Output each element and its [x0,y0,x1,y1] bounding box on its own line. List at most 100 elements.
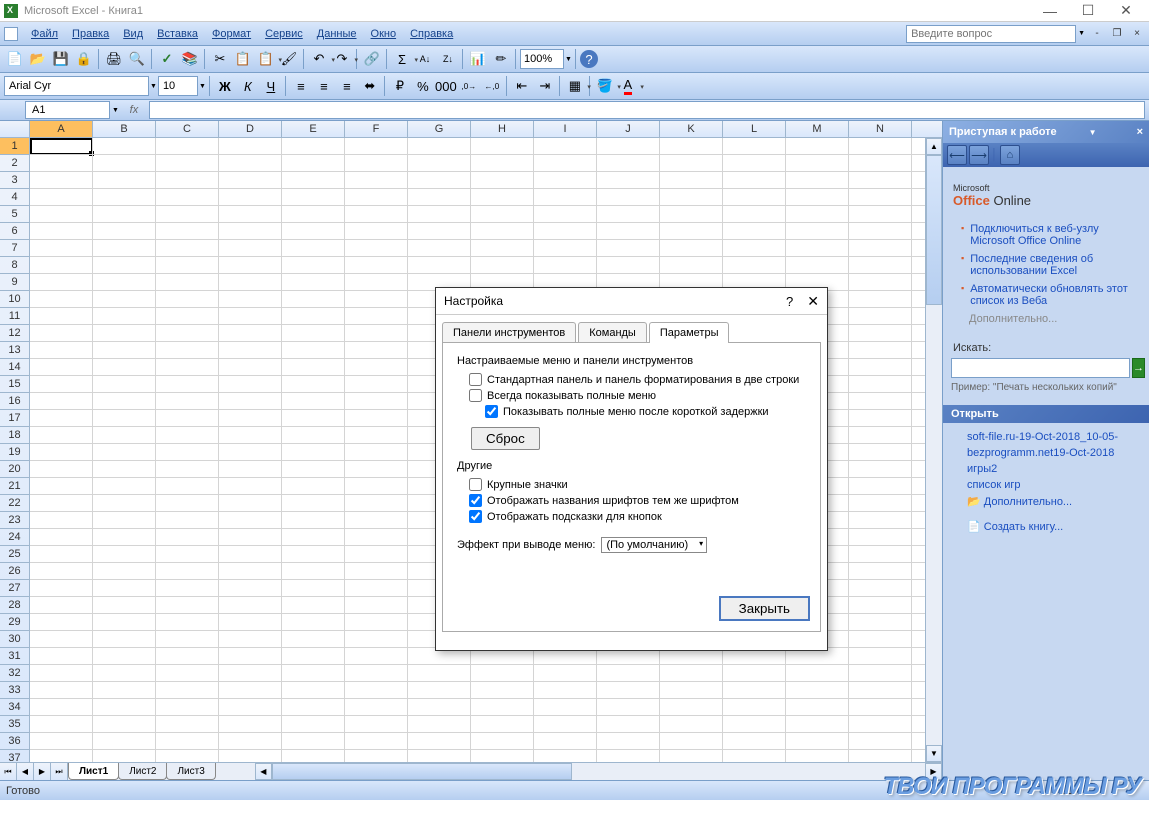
tab-toolbars[interactable]: Панели инструментов [442,322,576,343]
fx-icon[interactable]: fx [119,104,149,116]
control-menu-icon[interactable] [4,27,18,41]
row-header[interactable]: 33 [0,682,29,699]
row-header[interactable]: 28 [0,597,29,614]
help-search-input[interactable] [906,25,1076,43]
col-header[interactable]: J [597,121,660,137]
col-header[interactable]: F [345,121,408,137]
taskpane-forward-icon[interactable]: ⟶ [969,145,989,165]
row-header[interactable]: 19 [0,444,29,461]
maximize-button[interactable]: ☐ [1069,1,1107,21]
dialog-close-button[interactable]: Закрыть [719,596,810,621]
tab-nav-last-icon[interactable]: ⏭ [51,763,68,780]
row-header[interactable]: 18 [0,427,29,444]
row-header[interactable]: 14 [0,359,29,376]
menu-view[interactable]: Вид [116,26,150,42]
decrease-decimal-icon[interactable]: ←,0 [481,75,503,97]
taskpane-menu-icon[interactable]: ▼ [1089,128,1097,137]
row-header[interactable]: 12 [0,325,29,342]
row-header[interactable]: 6 [0,223,29,240]
menu-file[interactable]: Файл [24,26,65,42]
align-right-icon[interactable]: ≡ [336,75,358,97]
font-name-input[interactable] [4,76,149,96]
reset-button[interactable]: Сброс [471,427,540,450]
sheet-tab[interactable]: Лист2 [118,763,167,780]
dialog-close-icon[interactable]: ✕ [807,293,819,310]
new-icon[interactable]: 📄 [4,48,26,70]
col-header[interactable]: E [282,121,345,137]
permissions-icon[interactable]: 🔒 [73,48,95,70]
row-header[interactable]: 5 [0,206,29,223]
align-left-icon[interactable]: ≡ [290,75,312,97]
taskpane-link[interactable]: Автоматически обновлять этот список из В… [951,280,1141,310]
row-header[interactable]: 34 [0,699,29,716]
row-header[interactable]: 27 [0,580,29,597]
row-header[interactable]: 26 [0,563,29,580]
minimize-button[interactable]: — [1031,1,1069,21]
row-header[interactable]: 21 [0,478,29,495]
row-header[interactable]: 36 [0,733,29,750]
research-icon[interactable]: 📚 [179,48,201,70]
percent-icon[interactable]: % [412,75,434,97]
hscroll-thumb[interactable] [272,763,572,780]
taskpane-link[interactable]: Последние сведения об использовании Exce… [951,250,1141,280]
open-icon[interactable]: 📂 [27,48,49,70]
cut-icon[interactable]: ✂ [209,48,231,70]
row-header[interactable]: 10 [0,291,29,308]
active-cell-selection[interactable] [30,138,93,155]
row-header[interactable]: 15 [0,376,29,393]
dialog-help-icon[interactable]: ? [786,294,793,309]
tab-options[interactable]: Параметры [649,322,730,343]
menu-insert[interactable]: Вставка [150,26,205,42]
col-header[interactable]: H [471,121,534,137]
row-header[interactable]: 23 [0,512,29,529]
italic-icon[interactable]: К [237,75,259,97]
preview-icon[interactable]: 🔍 [126,48,148,70]
undo-icon[interactable]: ↶ [308,48,330,70]
row-header[interactable]: 17 [0,410,29,427]
tab-nav-prev-icon[interactable]: ◀ [17,763,34,780]
tab-nav-first-icon[interactable]: ⏮ [0,763,17,780]
formula-input[interactable] [149,101,1145,119]
window-close-button[interactable]: ✕ [1107,1,1145,21]
row-header[interactable]: 22 [0,495,29,512]
chart-wizard-icon[interactable]: 📊 [467,48,489,70]
check-two-rows[interactable]: Стандартная панель и панель форматирован… [469,373,806,386]
row-header[interactable]: 7 [0,240,29,257]
select-all-button[interactable] [0,121,30,137]
check-full-menus[interactable]: Всегда показывать полные меню [469,389,806,402]
taskpane-search-go-icon[interactable]: → [1132,358,1145,378]
merge-center-icon[interactable]: ⬌ [359,75,381,97]
scroll-left-icon[interactable]: ◀ [255,763,272,780]
row-header[interactable]: 31 [0,648,29,665]
fill-color-icon[interactable]: 🪣 [594,75,616,97]
horizontal-scrollbar[interactable]: ◀ ▶ [255,763,942,780]
row-header[interactable]: 30 [0,631,29,648]
tab-nav-next-icon[interactable]: ▶ [34,763,51,780]
menu-data[interactable]: Данные [310,26,364,42]
col-header[interactable]: N [849,121,912,137]
spelling-icon[interactable]: ✓ [156,48,178,70]
recent-file[interactable]: bezprogramm.net19-Oct-2018 [951,445,1141,461]
row-header[interactable]: 3 [0,172,29,189]
col-header[interactable]: L [723,121,786,137]
comma-icon[interactable]: 000 [435,75,457,97]
taskpane-search-input[interactable] [951,358,1130,378]
scroll-right-icon[interactable]: ▶ [925,763,942,780]
autosum-icon[interactable]: Σ [391,48,413,70]
sheet-tab[interactable]: Лист3 [166,763,215,780]
bold-icon[interactable]: Ж [214,75,236,97]
row-header[interactable]: 24 [0,529,29,546]
check-tooltips[interactable]: Отображать подсказки для кнопок [469,510,806,523]
drawing-icon[interactable]: ✏ [490,48,512,70]
currency-icon[interactable]: ₽ [389,75,411,97]
row-header[interactable]: 20 [0,461,29,478]
row-header[interactable]: 29 [0,614,29,631]
scroll-down-icon[interactable]: ▼ [926,745,942,762]
mdi-minimize-button[interactable]: - [1089,26,1105,42]
taskpane-back-icon[interactable]: ⟵ [947,145,967,165]
col-header[interactable]: K [660,121,723,137]
redo-icon[interactable]: ↷ [331,48,353,70]
mdi-close-button[interactable]: × [1129,26,1145,42]
row-header[interactable]: 13 [0,342,29,359]
zoom-input[interactable] [520,49,564,69]
